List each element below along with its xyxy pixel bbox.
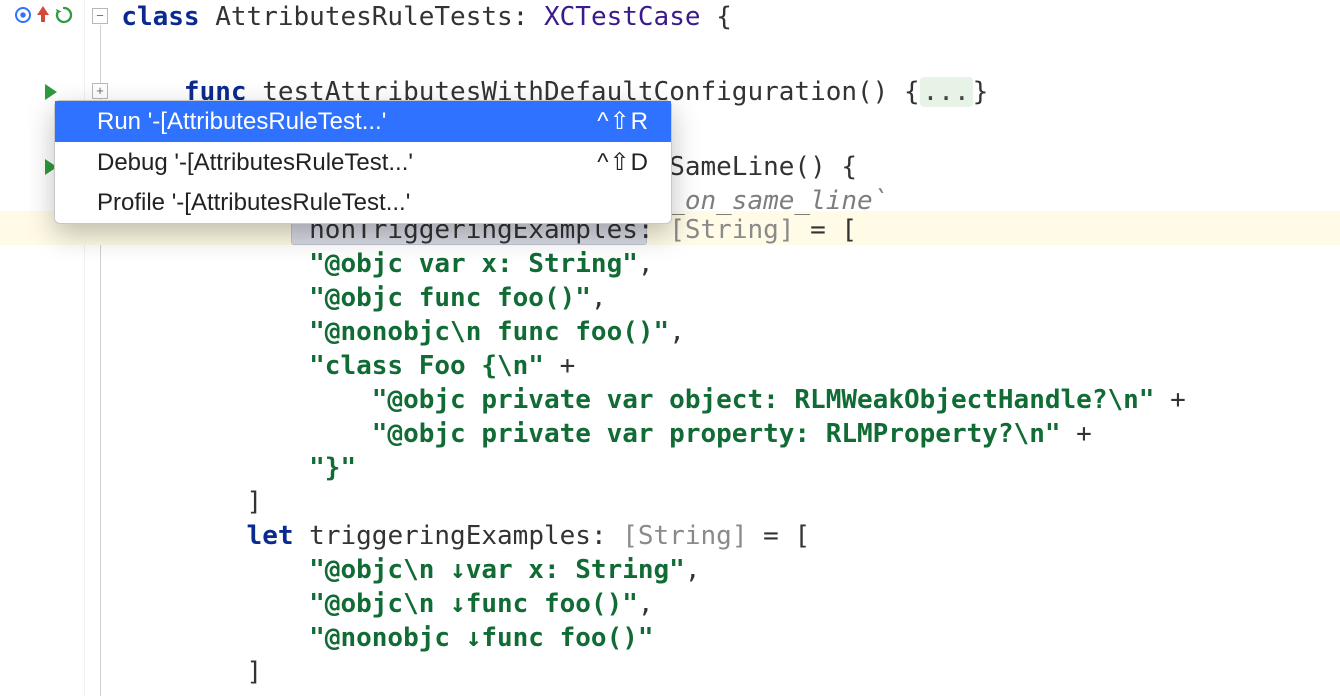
string-literal: "@objc\n ↓var x: String" xyxy=(309,555,685,585)
parens: () xyxy=(857,77,888,107)
code-line[interactable]: "@objc\n ↓var x: String", xyxy=(90,553,701,587)
fold-ellipsis[interactable]: ... xyxy=(920,77,973,107)
menu-item-debug[interactable]: Debug '-[AttributesRuleTest...' ^⇧D xyxy=(55,142,671,183)
var-name: triggeringExamples xyxy=(309,521,591,551)
code-line[interactable]: "@objc private var property: RLMProperty… xyxy=(90,417,1092,451)
code-line[interactable]: "@nonobjc ↓func foo()" xyxy=(90,621,654,655)
menu-item-label: Debug '-[AttributesRuleTest...' xyxy=(97,149,413,177)
vcs-up-arrow-icon[interactable] xyxy=(34,3,52,30)
colon: : xyxy=(591,521,622,551)
code-line[interactable]: "@objc private var object: RLMWeakObject… xyxy=(90,383,1186,417)
code-line[interactable]: "@objc\n ↓func foo()", xyxy=(90,587,654,621)
menu-item-shortcut: ^⇧D xyxy=(597,148,649,177)
type-hint: [String] xyxy=(622,521,747,551)
comma: , xyxy=(638,589,654,619)
string-literal: "@objc private var property: RLMProperty… xyxy=(372,419,1061,449)
comma: , xyxy=(591,283,607,313)
string-literal: "@nonobjc\n func foo()" xyxy=(309,317,669,347)
bracket-close: ] xyxy=(247,487,263,517)
code-line[interactable]: class AttributesRuleTests: XCTestCase { xyxy=(90,0,732,34)
keyword-let: let xyxy=(247,521,294,551)
code-line[interactable]: "@objc func foo()", xyxy=(90,281,607,315)
code-line[interactable]: ] xyxy=(90,485,262,519)
keyword-class: class xyxy=(121,2,199,32)
context-menu[interactable]: Run '-[AttributesRuleTest...' ^⇧R Debug … xyxy=(54,100,672,224)
code-text: SameLine() { xyxy=(669,152,857,182)
code-line[interactable]: "@nonobjc\n func foo()", xyxy=(90,315,685,349)
breakpoint-ring-icon[interactable] xyxy=(14,6,32,29)
comma: , xyxy=(638,249,654,279)
plus: + xyxy=(1061,419,1092,449)
vcs-refresh-icon[interactable] xyxy=(54,5,74,30)
string-literal: "@objc var x: String" xyxy=(309,249,638,279)
menu-item-label: Profile '-[AttributesRuleTest...' xyxy=(97,189,410,217)
string-literal: "@objc\n ↓func foo()" xyxy=(309,589,638,619)
code-line[interactable]: "}" xyxy=(90,451,356,485)
code-line[interactable]: ] xyxy=(90,655,262,689)
string-literal: "@objc private var object: RLMWeakObject… xyxy=(372,385,1155,415)
code-editor: − + class AttributesRuleTests: XCTestCas… xyxy=(0,0,1340,696)
menu-item-label: Run '-[AttributesRuleTest...' xyxy=(97,108,386,136)
equals-bracket: = [ xyxy=(763,521,810,551)
comma: , xyxy=(669,317,685,347)
bracket-close: ] xyxy=(247,657,263,687)
code-line[interactable]: "class Foo {\n" + xyxy=(90,349,575,383)
equals-bracket: = [ xyxy=(810,215,857,245)
string-literal: "}" xyxy=(309,453,356,483)
brace-open: { xyxy=(716,2,732,32)
type-hint: [String] xyxy=(669,215,794,245)
class-name: AttributesRuleTests xyxy=(215,2,512,32)
brace-open: { xyxy=(904,77,920,107)
string-literal: "@objc func foo()" xyxy=(309,283,591,313)
menu-item-shortcut: ^⇧R xyxy=(597,107,649,136)
brace-close: } xyxy=(973,77,989,107)
plus: + xyxy=(544,351,575,381)
plus: + xyxy=(1154,385,1185,415)
menu-item-run[interactable]: Run '-[AttributesRuleTest...' ^⇧R xyxy=(55,101,671,142)
base-class: XCTestCase xyxy=(544,2,701,32)
comma: , xyxy=(685,555,701,585)
colon: : xyxy=(513,2,544,32)
code-line[interactable]: let triggeringExamples: [String] = [ xyxy=(90,519,810,553)
string-literal: "class Foo {\n" xyxy=(309,351,544,381)
code-line[interactable]: "@objc var x: String", xyxy=(90,247,654,281)
run-test-icon[interactable] xyxy=(45,84,57,100)
menu-item-profile[interactable]: Profile '-[AttributesRuleTest...' xyxy=(55,183,671,223)
string-literal: "@nonobjc ↓func foo()" xyxy=(309,623,653,653)
